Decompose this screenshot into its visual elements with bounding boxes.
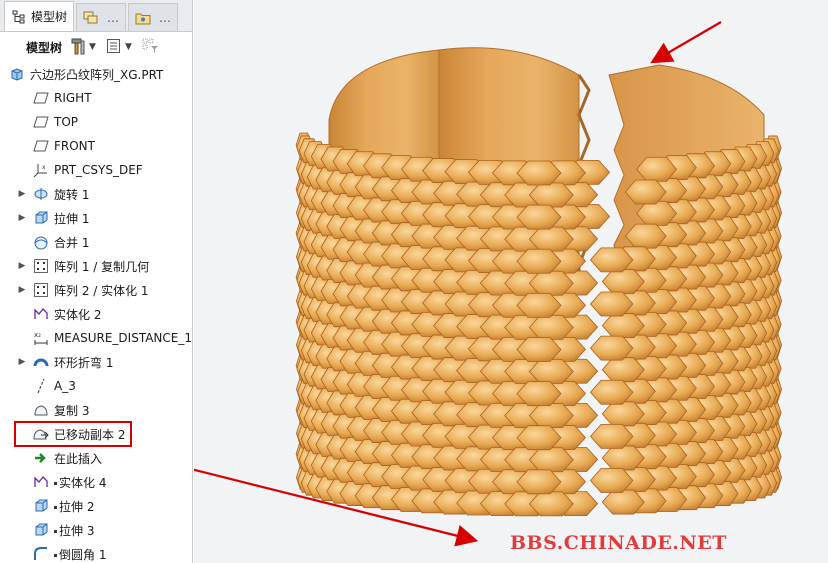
toolbar-title: 模型树 [26,40,63,55]
tree-item-label: 阵列 1 / 复制几何 [54,259,150,274]
svg-text:x: x [42,164,46,171]
tree-item[interactable]: ▶x₂MEASURE_DISTANCE_1 [0,326,192,350]
tree-item[interactable]: ▶在此插入 [0,446,192,470]
extrude-icon [32,522,50,538]
tree-item-label: 阵列 2 / 实体化 1 [54,283,149,298]
extrude-icon [32,210,50,226]
model-tree-icon [11,9,27,25]
tree-item[interactable]: ▶复制 3 [0,398,192,422]
model-tree-panel: 模型树 … … 模型树 ▼ ▼ 六边形凸纹阵列_XG.PRT RIGHT TOP… [0,0,193,563]
tree-item[interactable]: ▶ 旋转 1 [0,182,192,206]
list-icon [106,38,122,57]
suppressed-marker-icon [54,481,57,485]
tree-item[interactable]: ▶ 阵列 2 / 实体化 1 [0,278,192,302]
panel-tabs: 模型树 … … [0,0,192,32]
tree-item[interactable]: ▶RIGHT [0,86,192,110]
tree-item-label: RIGHT [54,91,92,105]
hammer-icon [70,37,86,58]
tree-item-label: 拉伸 3 [59,523,95,538]
tree-item[interactable]: ▶TOP [0,110,192,134]
copy-icon [32,402,50,418]
expand-arrow-icon[interactable]: ▶ [16,189,28,199]
solidify-icon [32,474,50,490]
tree-item-label: 旋转 1 [54,187,90,202]
suppressed-marker-icon [54,505,57,509]
tree-item-label: 复制 3 [54,403,90,418]
measure-icon: x₂ [32,330,50,346]
tree-item[interactable]: ▶实体化 4 [0,470,192,494]
folder-browser-icon [135,10,151,26]
datum-plane-icon [32,138,50,154]
tab-layers[interactable]: … [76,3,127,31]
hexagon-bumps [295,132,782,517]
coordinate-system-icon: x [32,162,50,178]
datum-plane-icon [32,90,50,106]
filter-icon [142,38,160,57]
expand-arrow-icon[interactable]: ▶ [16,285,28,295]
watermark-text: BBS.CHINADE.NET [510,532,727,554]
tree-item-label: 实体化 2 [54,307,102,322]
tree-item-label: 实体化 4 [59,475,107,490]
insert-here-icon [32,450,50,466]
pattern-icon [32,258,50,274]
arrow-to-gap [650,21,722,64]
tree-item-label: TOP [54,115,79,129]
pattern-icon [32,282,50,298]
tree-root[interactable]: 六边形凸纹阵列_XG.PRT [0,62,192,86]
tree-item[interactable]: ▶ 环形折弯 1 [0,350,192,374]
tree-item[interactable]: ▶FRONT [0,134,192,158]
tree-item-label: 环形折弯 1 [54,355,114,370]
tree-item-label: FRONT [54,139,95,153]
part-icon [8,66,26,82]
layers-icon [83,10,99,26]
tree-item-label: 拉伸 2 [59,499,95,514]
tree-item-label: 拉伸 1 [54,211,90,226]
svg-text:x₂: x₂ [34,331,41,339]
tab-model-tree-label: 模型树 [31,10,68,24]
tab-folder-label: … [159,10,172,25]
expand-arrow-icon[interactable]: ▶ [16,261,28,271]
tree-toolbar: 模型树 ▼ ▼ [0,32,192,62]
tree-item[interactable]: ▶合并 1 [0,230,192,254]
tree-item[interactable]: ▶拉伸 2 [0,494,192,518]
tab-model-tree[interactable]: 模型树 [4,1,75,31]
tree-item[interactable]: ▶A_3 [0,374,192,398]
toroidal-bend-icon [32,354,50,370]
datum-plane-icon [32,114,50,130]
solidify-icon [32,306,50,322]
expand-arrow-icon[interactable]: ▶ [16,357,28,367]
tree-item[interactable]: ▶实体化 2 [0,302,192,326]
settings-button[interactable]: ▼ [70,37,96,58]
suppressed-marker-icon [54,553,57,557]
expand-arrow-icon[interactable]: ▶ [16,213,28,223]
tree-item[interactable]: ▶ 阵列 1 / 复制几何 [0,254,192,278]
tab-layers-label: … [107,10,120,25]
merge-icon [32,234,50,250]
suppressed-marker-icon [54,529,57,533]
filter-button[interactable] [142,38,160,57]
tree-item-label: A_3 [54,379,76,393]
graphics-window[interactable]: BBS.CHINADE.NET [194,0,828,563]
tree-item[interactable]: ▶拉伸 3 [0,518,192,542]
tree-item-label: MEASURE_DISTANCE_1 [53,331,192,345]
tree-item[interactable]: ▶倒圆角 1 [0,542,192,563]
revolve-icon [32,186,50,202]
show-button[interactable]: ▼ [106,38,132,57]
tree-item-label: 合并 1 [54,235,90,250]
tree-item[interactable]: ▶xPRT_CSYS_DEF [0,158,192,182]
tree-item-label: 倒圆角 1 [59,547,107,562]
tree-item[interactable]: ▶ 拉伸 1 [0,206,192,230]
axis-icon [32,378,50,394]
tab-folder[interactable]: … [128,3,179,31]
chevron-down-icon: ▼ [124,42,132,52]
moved-copy-highlight-box [14,421,132,447]
round-icon [32,546,50,562]
part-render [194,21,782,547]
model-tree: 六边形凸纹阵列_XG.PRT ▶RIGHT▶TOP▶FRONT▶xPRT_CSY… [0,62,192,563]
extrude-icon [32,498,50,514]
tree-item-label: 在此插入 [54,451,103,466]
tree-root-label: 六边形凸纹阵列_XG.PRT [30,67,164,82]
chevron-down-icon: ▼ [89,42,96,52]
tree-item-label: PRT_CSYS_DEF [54,163,143,177]
